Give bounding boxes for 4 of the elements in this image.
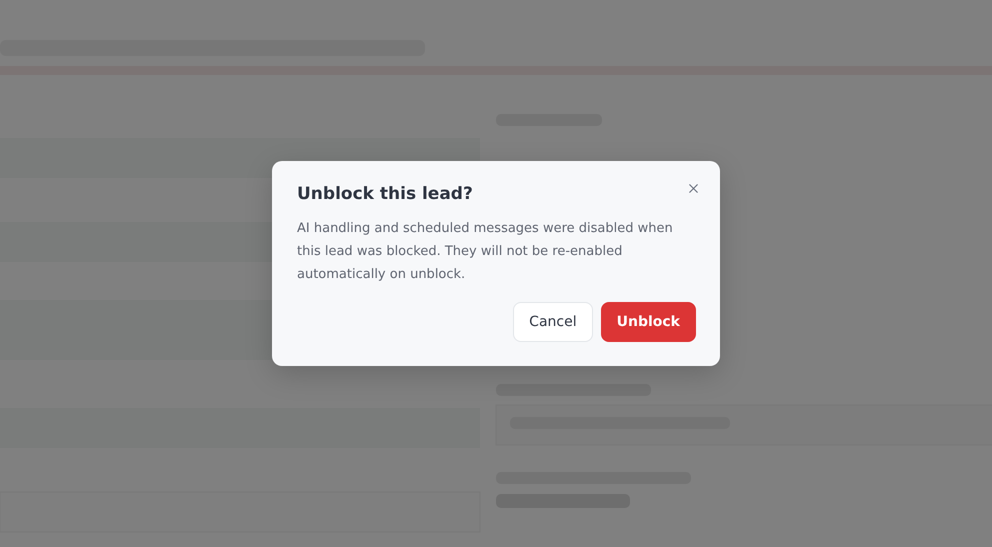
cancel-button[interactable]: Cancel bbox=[513, 302, 593, 342]
dialog-title: Unblock this lead? bbox=[297, 183, 473, 206]
unblock-button[interactable]: Unblock bbox=[600, 302, 696, 342]
dialog-message: AI handling and scheduled messages were disabled when this lead was blocked. They will not be re-enabled automatically on unblock. bbox=[297, 220, 674, 284]
